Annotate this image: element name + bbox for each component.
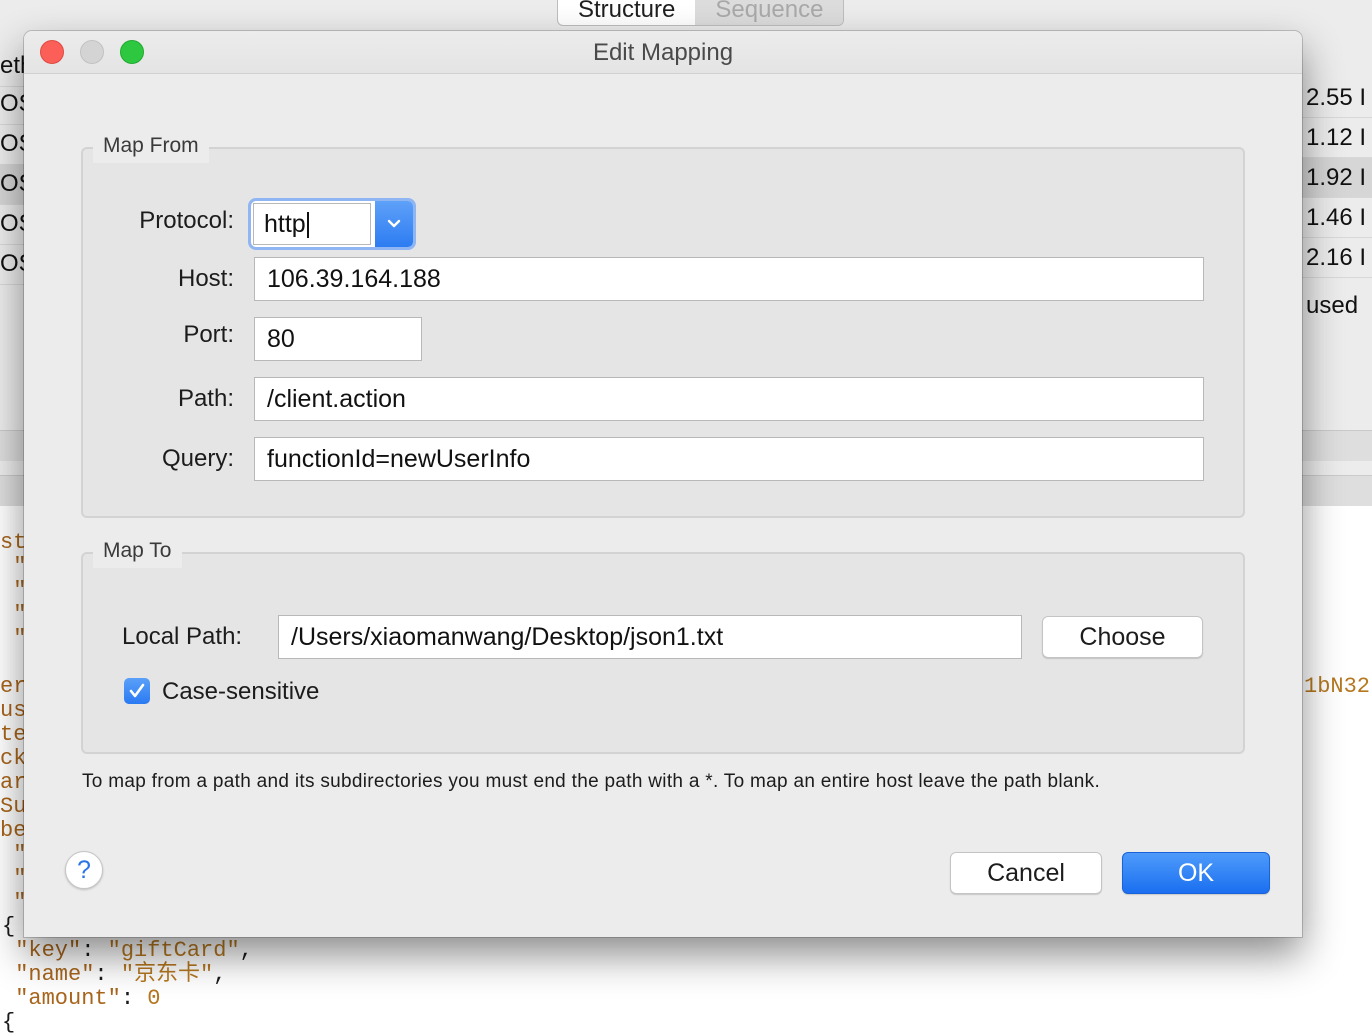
ok-button[interactable]: OK xyxy=(1122,852,1270,894)
protocol-label: Protocol: xyxy=(139,207,234,234)
dialog-title: Edit Mapping xyxy=(592,39,734,66)
query-field[interactable]: functionId=newUserInfo xyxy=(254,437,1204,481)
mapping-help-text: To map from a path and its subdirectorie… xyxy=(82,771,1101,792)
list-item[interactable]: OS xyxy=(0,164,24,205)
tab-sequence[interactable]: Sequence xyxy=(695,0,844,25)
case-sensitive-checkbox[interactable] xyxy=(124,678,150,704)
choose-button[interactable]: Choose xyxy=(1042,616,1203,658)
map-to-legend: Map To xyxy=(93,534,182,568)
json-brace: { xyxy=(2,914,16,939)
protocol-combobox[interactable]: http xyxy=(251,201,413,247)
json-value: "giftCard" xyxy=(107,938,240,963)
json-key: "key" xyxy=(15,938,82,963)
host-field[interactable]: 106.39.164.188 xyxy=(254,257,1204,301)
list-item[interactable]: 1.12 I xyxy=(1302,118,1372,158)
question-mark-icon: ? xyxy=(77,856,91,884)
list-item[interactable]: OS xyxy=(0,84,24,125)
json-brace: { xyxy=(2,1010,16,1035)
list-item[interactable]: 2.16 I xyxy=(1302,238,1372,278)
list-item: eth xyxy=(0,46,24,87)
list-item[interactable]: 1.46 I xyxy=(1302,198,1372,238)
edit-mapping-dialog: Edit Mapping Map From Protocol: http Hos… xyxy=(24,31,1302,937)
list-item[interactable]: OS xyxy=(0,124,24,165)
used-label: used xyxy=(1306,292,1359,319)
list-item[interactable]: 2.55 I xyxy=(1302,78,1372,118)
help-button[interactable]: ? xyxy=(65,851,103,889)
view-segmented-control[interactable]: Structure Sequence xyxy=(557,0,845,26)
json-value: "京东卡" xyxy=(120,962,214,987)
tab-structure[interactable]: Structure xyxy=(558,0,695,25)
local-path-label: Local Path: xyxy=(122,623,243,650)
list-item[interactable]: OS xyxy=(0,244,24,285)
path-label: Path: xyxy=(177,385,234,412)
code-fragment-left: st " " " " er us te ck ar Su be " " " xyxy=(0,530,27,915)
code-fragment-right: 1bN32 xyxy=(1304,674,1371,699)
local-path-field[interactable]: /Users/xiaomanwang/Desktop/json1.txt xyxy=(278,615,1022,659)
cancel-button[interactable]: Cancel xyxy=(950,852,1102,894)
protocol-input[interactable]: http xyxy=(253,203,371,245)
dialog-titlebar[interactable]: Edit Mapping xyxy=(24,31,1302,74)
case-sensitive-label[interactable]: Case-sensitive xyxy=(162,670,319,714)
path-field[interactable]: /client.action xyxy=(254,377,1204,421)
json-value: 0 xyxy=(147,986,161,1011)
json-key: "amount" xyxy=(15,986,121,1011)
host-label: Host: xyxy=(177,265,234,292)
list-item[interactable]: OS xyxy=(0,204,24,245)
json-key: "name" xyxy=(15,962,95,987)
port-field[interactable]: 80 xyxy=(254,317,422,361)
query-label: Query: xyxy=(161,445,234,472)
chevron-down-icon xyxy=(387,219,401,228)
map-from-legend: Map From xyxy=(93,129,209,163)
port-label: Port: xyxy=(183,321,234,348)
protocol-dropdown-button[interactable] xyxy=(375,201,413,247)
list-item[interactable]: 1.92 I xyxy=(1302,158,1372,198)
checkmark-icon xyxy=(129,683,145,698)
